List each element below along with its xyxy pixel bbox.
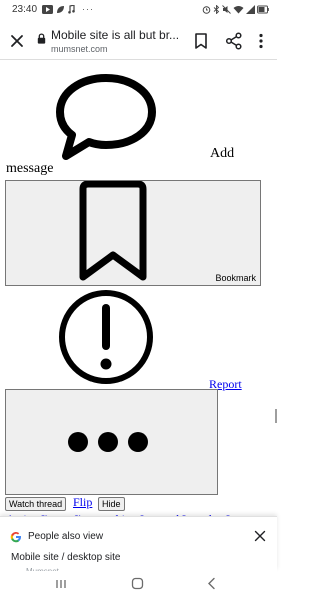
- add-message-label[interactable]: Add: [210, 146, 234, 162]
- page-title[interactable]: Mobile site is all but br...: [51, 28, 181, 42]
- close-sheet-icon[interactable]: [254, 530, 266, 542]
- home-icon[interactable]: [131, 577, 144, 590]
- speech-bubble-icon[interactable]: [54, 72, 158, 164]
- wifi-icon: [233, 6, 244, 14]
- hide-button[interactable]: Hide: [98, 497, 125, 511]
- page-content: Add message Bookmark Report Watch thread…: [0, 60, 277, 525]
- status-notification-icons: ···: [42, 4, 94, 14]
- status-time: 23:40: [12, 4, 38, 15]
- media-notification-icon: [42, 4, 53, 14]
- scrollbar-indicator[interactable]: [275, 409, 277, 423]
- people-also-view-sheet: People also view Mobile site / desktop s…: [0, 516, 277, 572]
- add-message-label-continued[interactable]: message: [6, 161, 53, 177]
- mute-icon: [222, 5, 231, 14]
- close-icon[interactable]: [8, 32, 26, 50]
- bookmark-add-icon[interactable]: [193, 32, 209, 50]
- dot: [128, 432, 148, 452]
- dot: [68, 432, 88, 452]
- google-logo-icon: [10, 532, 21, 543]
- recents-icon[interactable]: [55, 578, 67, 590]
- bookmark-button[interactable]: Bookmark: [5, 180, 261, 286]
- more-horiz-icon: [68, 432, 148, 452]
- status-system-icons: [202, 5, 269, 14]
- watch-thread-button[interactable]: Watch thread: [5, 497, 67, 511]
- bluetooth-icon: [213, 5, 220, 14]
- exclamation-icon[interactable]: [57, 288, 155, 386]
- flip-link[interactable]: Flip: [73, 495, 92, 510]
- browser-toolbar: Mobile site is all but br... mumsnet.com: [0, 22, 277, 60]
- status-bar: 23:40 ···: [0, 0, 277, 22]
- sheet-suggestion-item[interactable]: Mobile site / desktop site: [11, 552, 121, 563]
- page-domain[interactable]: mumsnet.com: [51, 44, 108, 54]
- more-vert-icon[interactable]: [256, 32, 266, 50]
- signal-icon: [246, 5, 255, 14]
- alarm-icon: [202, 6, 211, 14]
- sheet-header: People also view: [28, 531, 104, 542]
- more-notifications-indicator: ···: [82, 4, 94, 14]
- more-options-button[interactable]: [5, 389, 218, 495]
- share-icon[interactable]: [225, 32, 243, 50]
- bookmark-icon: [79, 181, 147, 281]
- back-icon[interactable]: [207, 577, 216, 590]
- bookmark-label: Bookmark: [215, 273, 256, 283]
- system-navigation-bar: [0, 571, 277, 600]
- lock-icon: [37, 33, 46, 44]
- music-notification-icon: [68, 4, 75, 14]
- dot: [98, 432, 118, 452]
- battery-icon: [257, 5, 269, 14]
- leaf-notification-icon: [57, 5, 64, 13]
